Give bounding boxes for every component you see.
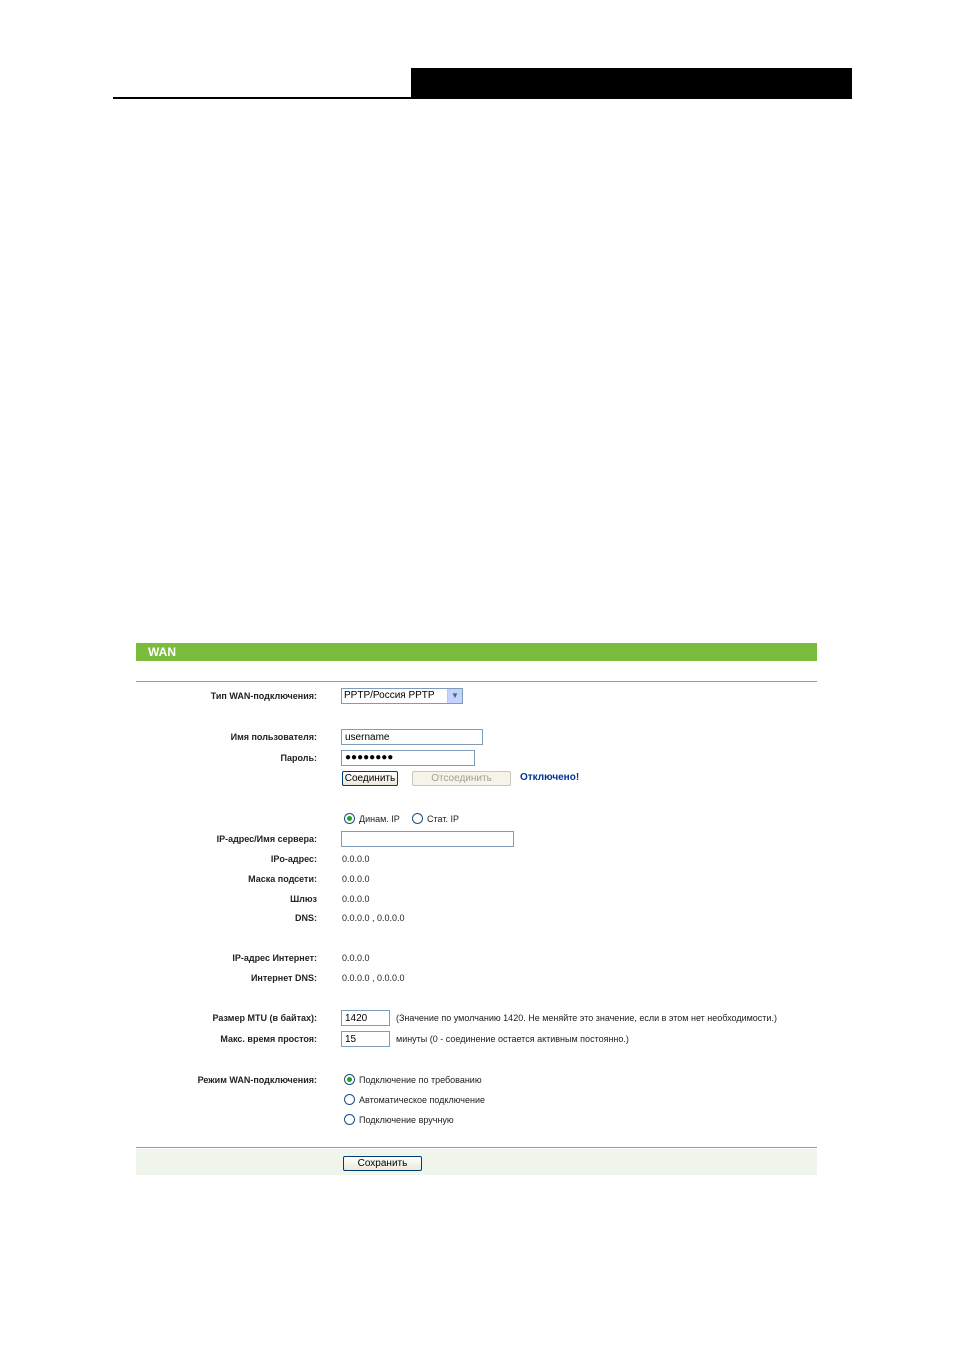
idle-label: Макс. время простоя: (220, 1034, 317, 1044)
wan-mode-auto[interactable]: Автоматическое подключение (344, 1094, 485, 1106)
dns-label: DNS: (295, 913, 317, 923)
ip-mode-static[interactable]: Стат. IP (412, 813, 459, 825)
connect-button[interactable]: Соединить (342, 771, 398, 786)
disconnect-button[interactable]: Отсоединить (412, 771, 511, 786)
ip-label: IPо-адрес: (270, 854, 317, 864)
mtu-hint: (Значение по умолчанию 1420. Не меняйте … (396, 1013, 777, 1023)
wan-type-label: Тип WAN-подключения: (210, 691, 317, 701)
wan-panel: WAN Тип WAN-подключения: PPTP/Россия PPT… (136, 643, 817, 1175)
radio-static-ip[interactable] (412, 813, 423, 824)
server-label: IP-адрес/Имя сервера: (216, 834, 317, 844)
idle-hint: минуты (0 - соединение остается активным… (396, 1034, 629, 1044)
server-input[interactable] (341, 831, 514, 847)
username-label: Имя пользователя: (230, 732, 317, 742)
ip-value: 0.0.0.0 (342, 854, 370, 864)
dns-value: 0.0.0.0 , 0.0.0.0 (342, 913, 405, 923)
password-input[interactable]: ●●●●●●●● (341, 750, 475, 766)
internet-dns-value: 0.0.0.0 , 0.0.0.0 (342, 973, 405, 983)
gateway-value: 0.0.0.0 (342, 894, 370, 904)
header-bar (411, 68, 852, 99)
auto-label: Автоматическое подключение (359, 1095, 485, 1105)
mask-label: Маска подсети: (248, 874, 317, 884)
bottom-divider (136, 1147, 817, 1148)
internet-dns-label: Интернет DNS: (250, 973, 317, 983)
dynamic-ip-label: Динам. IP (359, 814, 400, 824)
top-divider (136, 681, 817, 682)
wan-type-selected: PPTP/Россия PPTP (344, 690, 435, 701)
password-label: Пароль: (280, 753, 318, 763)
ip-mode-dynamic[interactable]: Динам. IP (344, 813, 400, 825)
internet-ip-value: 0.0.0.0 (342, 953, 370, 963)
chevron-down-icon[interactable]: ▼ (447, 689, 462, 703)
connection-status: Отключено! (520, 772, 580, 783)
save-button[interactable]: Сохранить (343, 1156, 422, 1171)
footer-bar (136, 1149, 817, 1175)
static-ip-label: Стат. IP (427, 814, 459, 824)
radio-auto[interactable] (344, 1094, 355, 1105)
wan-mode-on-demand[interactable]: Подключение по требованию (344, 1074, 482, 1086)
panel-title: WAN (136, 643, 817, 661)
manual-label: Подключение вручную (359, 1115, 454, 1125)
username-input[interactable] (341, 729, 483, 745)
gateway-label: Шлюз (290, 894, 317, 904)
header-rule (113, 97, 411, 99)
mtu-input[interactable] (341, 1010, 390, 1026)
radio-dynamic-ip[interactable] (344, 813, 355, 824)
wan-mode-label: Режим WAN-подключения: (197, 1075, 317, 1085)
wan-type-select[interactable]: PPTP/Россия PPTP ▼ (341, 688, 463, 704)
mtu-label: Размер MTU (в байтах): (212, 1013, 317, 1023)
radio-manual[interactable] (344, 1114, 355, 1125)
wan-mode-manual[interactable]: Подключение вручную (344, 1114, 454, 1126)
mask-value: 0.0.0.0 (342, 874, 370, 884)
radio-on-demand[interactable] (344, 1074, 355, 1085)
internet-ip-label: IP-адрес Интернет: (232, 953, 317, 963)
on-demand-label: Подключение по требованию (359, 1075, 482, 1085)
idle-input[interactable] (341, 1031, 390, 1047)
